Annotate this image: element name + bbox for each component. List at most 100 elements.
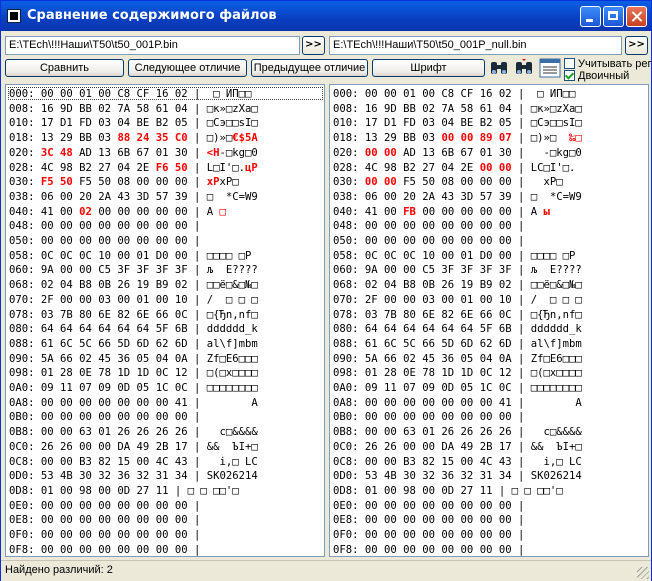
right-hex-pane[interactable]: 000: 00 00 01 00 C8 CF 16 02 | □ ИП□□ 008… [329,84,649,557]
hex-line[interactable]: 018: 13 29 BB 03 00 00 89 07 | □)»□ ‰□ [333,132,582,145]
hex-line[interactable]: 0F0: 00 00 00 00 00 00 00 00 | [333,529,524,542]
maximize-button[interactable] [603,6,624,27]
hex-line[interactable]: 020: 00 00 AD 13 6B 67 01 30 | -□kg□0 [333,147,582,160]
binary-checkbox[interactable] [564,70,575,81]
hex-text: 0D0: 53 4B 30 32 36 32 31 34 | SK026214 [333,470,582,483]
hex-line[interactable]: 000: 00 00 01 00 C8 CF 16 02 | □ ИП□□ [333,88,575,101]
left-browse-button[interactable]: >> [302,36,325,55]
right-file-path-input[interactable]: E:\TEch\!!!Наши\T50\t50_001P_null.bin [329,36,622,55]
minimize-button[interactable] [580,6,601,27]
hex-line[interactable]: 050: 00 00 00 00 00 00 00 00 | [333,235,524,248]
hex-line[interactable]: 090: 5A 66 02 45 36 05 04 0A | Zf□E6□□□ [9,353,258,366]
hex-line[interactable]: 0A0: 09 11 07 09 0D 05 1C 0C | □□□□□□□□ [333,382,582,395]
hex-line[interactable]: 0E0: 00 00 00 00 00 00 00 00 | [333,500,524,513]
right-browse-button[interactable]: >> [625,36,648,55]
hex-line[interactable]: 0C0: 26 26 00 00 DA 49 2B 17 | && ЪI+□ [9,441,258,454]
close-button[interactable] [626,6,647,27]
hex-line[interactable]: 0E8: 00 00 00 00 00 00 00 00 | [333,514,524,527]
hex-line[interactable]: 020: 3C 48 AD 13 6B 67 01 30 | <H-□kg□0 [9,147,258,160]
hex-line[interactable]: 0C8: 00 00 B3 82 15 00 4C 43 | і‚□ LC [333,456,582,469]
hex-line[interactable]: 0E8: 00 00 00 00 00 00 00 00 | [9,514,200,527]
hex-line[interactable]: 030: F5 50 F5 50 08 00 00 00 | хPхP□ [9,176,239,189]
hex-line[interactable]: 060: 9A 00 00 C5 3F 3F 3F 3F | љ Е???? [9,264,258,277]
hex-line[interactable]: 058: 0C 0C 0C 10 00 01 D0 00 | □□□□ □Р [333,250,575,263]
hex-line[interactable]: 000: 00 00 01 00 C8 CF 16 02 | □ ИП□□ [9,88,251,101]
diff-bytes: €$5А [232,132,258,145]
hex-line[interactable]: 0D8: 01 00 98 00 0D 27 11 | □ □ □□'□ [9,485,239,498]
hex-line[interactable]: 078: 03 7B 80 6E 82 6E 66 0C | □{Ђn‚nf□ [9,309,258,322]
hex-line[interactable]: 0F0: 00 00 00 00 00 00 00 00 | [9,529,200,542]
hex-line[interactable]: 048: 00 00 00 00 00 00 00 00 | [9,220,200,233]
hex-line[interactable]: 058: 0C 0C 0C 10 00 01 D0 00 | □□□□ □Р [9,250,251,263]
hex-line[interactable]: 068: 02 04 B8 0B 26 19 B9 02 | □□ё□&□№□ [333,279,582,292]
resize-grip[interactable] [637,567,649,579]
hex-line[interactable]: 080: 64 64 64 64 64 64 5F 6B | dddddd_k [9,323,258,336]
hex-line[interactable]: 080: 64 64 64 64 64 64 5F 6B | dddddd_k [333,323,582,336]
hex-line[interactable]: 0A8: 00 00 00 00 00 00 00 41 | A [9,397,258,410]
hex-line[interactable]: 008: 16 9D BB 02 7A 58 61 04 | □к»□zXa□ [333,103,582,116]
hex-line[interactable]: 0D8: 01 00 98 00 0D 27 11 | □ □ □□'□ [333,485,563,498]
hex-line[interactable]: 090: 5A 66 02 45 36 05 04 0A | Zf□E6□□□ [333,353,582,366]
hex-line[interactable]: 098: 01 28 0E 78 1D 1D 0C 12 | □(□x□□□□ [333,367,582,380]
hex-text: 020: [9,146,41,159]
hex-text: | LC□І'□. [511,161,576,174]
hex-line[interactable]: 0C8: 00 00 B3 82 15 00 4C 43 | і‚□ LC [9,456,258,469]
hex-line[interactable]: 028: 4C 98 B2 27 04 2E 00 00 | LC□І'□. [333,162,575,175]
hex-line[interactable]: 0F8: 00 00 00 00 00 00 00 00 | [9,543,201,556]
hex-line[interactable]: 0B8: 00 00 63 01 26 26 26 26 | c□&&&& [9,426,258,439]
case-sensitive-checkbox[interactable] [564,58,575,69]
hex-line[interactable]: 0F8: 00 00 00 00 00 00 00 00 | [333,544,524,556]
hex-line[interactable]: 078: 03 7B 80 6E 82 6E 66 0C | □{Ђn‚nf□ [333,309,582,322]
hex-text: 0B8: 00 00 63 01 26 26 26 26 | c□&&&& [9,426,258,439]
hex-text: | □)»□ [511,132,570,145]
left-file-path-input[interactable]: E:\TEch\!!!Наши\T50\t50_001P.bin [5,36,300,55]
hex-text: 0D8: 01 00 98 00 0D 27 11 | □ □ □□'□ [9,484,239,497]
hex-text: 030: [9,176,41,189]
hex-text: 018: 13 29 BB 03 [9,132,118,145]
hex-line[interactable]: 098: 01 28 0E 78 1D 1D 0C 12 | □(□x□□□□ [9,367,258,380]
binoculars-next-icon[interactable] [513,58,535,78]
next-diff-button[interactable]: Следующее отличие [128,59,247,77]
compare-window: Сравнение содержимого файлов E:\TEch\!!!… [0,0,652,581]
hex-text: 080: 64 64 64 64 64 64 5F 6B | dddddd_k [333,323,582,336]
binoculars-icon[interactable] [488,58,510,78]
hex-line[interactable]: 0C0: 26 26 00 00 DA 49 2B 17 | && ЪI+□ [333,441,582,454]
hex-line[interactable]: 040: 41 00 02 00 00 00 00 00 | A □ [9,206,226,219]
hex-line[interactable]: 018: 13 29 BB 03 88 24 35 C0 | □)»□€$5А [9,132,258,145]
hex-line[interactable]: 0A0: 09 11 07 09 0D 05 1C 0C | □□□□□□□□ [9,382,258,395]
hex-line[interactable]: 0B0: 00 00 00 00 00 00 00 00 | [333,411,524,424]
hex-text: 008: 16 9D BB 02 7A 58 61 04 | □к»□zXa□ [333,102,582,115]
hex-line[interactable]: 070: 2F 00 00 03 00 01 00 10 | / □ □ □ [9,294,258,307]
font-button[interactable]: Шрифт [372,59,485,77]
hex-grid-icon[interactable] [539,58,561,78]
hex-line[interactable]: 038: 06 00 20 2A 43 3D 57 39 | □ *C=W9 [9,191,258,204]
hex-line[interactable]: 088: 61 6C 5C 66 5D 6D 62 6D | al\f]mbm [9,338,258,351]
title-bar[interactable]: Сравнение содержимого файлов [1,1,651,31]
hex-text: 000: 00 00 01 00 C8 CF 16 02 | □ ИП□□ [333,88,576,100]
hex-line[interactable]: 0D0: 53 4B 30 32 36 32 31 34 | SK026214 [9,470,258,483]
hex-line[interactable]: 010: 17 D1 FD 03 04 BE B2 05 | □Сэ□□sІ□ [333,117,582,130]
hex-line[interactable]: 010: 17 D1 FD 03 04 BE B2 05 | □Сэ□□sІ□ [9,117,258,130]
hex-text: 0F8: 00 00 00 00 00 00 00 00 | [9,543,201,556]
hex-line[interactable]: 0B0: 00 00 00 00 00 00 00 00 | [9,411,200,424]
left-hex-pane[interactable]: 000: 00 00 01 00 C8 CF 16 02 | □ ИП□□ 008… [5,84,325,557]
prev-diff-button[interactable]: Предыдущее отличие [251,59,368,77]
hex-line[interactable]: 038: 06 00 20 2A 43 3D 57 39 | □ *C=W9 [333,191,582,204]
hex-line[interactable]: 030: 00 00 F5 50 08 00 00 00 | хP□ [333,176,563,189]
hex-line[interactable]: 0B8: 00 00 63 01 26 26 26 26 | c□&&&& [333,426,582,439]
hex-line[interactable]: 050: 00 00 00 00 00 00 00 00 | [9,235,200,248]
hex-text: хP□ [219,176,239,189]
hex-text: 058: 0C 0C 0C 10 00 01 D0 00 | □□□□ □Р [9,249,252,262]
hex-line[interactable]: 088: 61 6C 5C 66 5D 6D 62 6D | al\f]mbm [333,338,582,351]
compare-button[interactable]: Сравнить [5,59,124,77]
hex-line[interactable]: 0D0: 53 4B 30 32 36 32 31 34 | SK026214 [333,470,582,483]
hex-line[interactable]: 068: 02 04 B8 0B 26 19 B9 02 | □□ё□&□№□ [9,279,258,292]
hex-line[interactable]: 0E0: 00 00 00 00 00 00 00 00 | [9,500,200,513]
hex-line[interactable]: 028: 4C 98 B2 27 04 2E F6 50 | L□І'□.цP [9,162,258,175]
hex-line[interactable]: 040: 41 00 FB 00 00 00 00 00 | A ы [333,206,550,219]
hex-line[interactable]: 0A8: 00 00 00 00 00 00 00 41 | A [333,397,582,410]
hex-line[interactable]: 060: 9A 00 00 C5 3F 3F 3F 3F | љ Е???? [333,264,582,277]
hex-line[interactable]: 048: 00 00 00 00 00 00 00 00 | [333,220,524,233]
hex-line[interactable]: 008: 16 9D BB 02 7A 58 61 04 | □к»□zXa□ [9,103,258,116]
hex-line[interactable]: 070: 2F 00 00 03 00 01 00 10 | / □ □ □ [333,294,582,307]
